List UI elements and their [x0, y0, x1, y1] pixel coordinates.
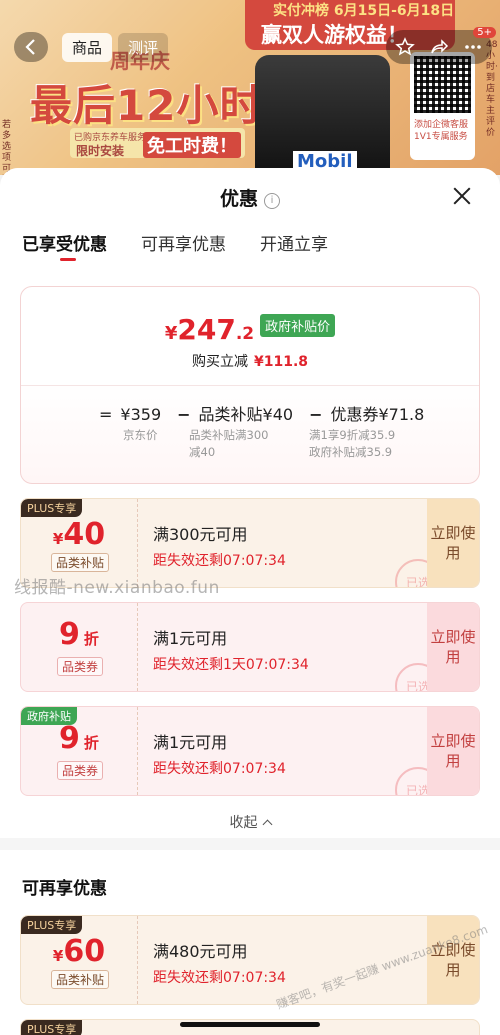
summary-divider [21, 385, 479, 386]
star-icon[interactable] [392, 34, 418, 60]
coupon-timer: 距失效还剩07:07:34 [153, 761, 286, 777]
gov-subsidy-corner-tag: 政府补贴 [21, 707, 77, 725]
formula-coupon: 优惠券¥71.8 [330, 405, 425, 424]
tab-activate[interactable]: 开通立享 [260, 230, 328, 272]
cat-note-line-2: 减40 [189, 445, 216, 459]
formula-base: ¥359 [120, 405, 162, 424]
collapse-button[interactable]: 收起 [0, 812, 500, 832]
base-note: 京东价 [123, 428, 158, 442]
sheet-title: 优惠 [219, 188, 258, 210]
coupon-kind: 品类券 [57, 657, 104, 676]
cat-note-line-1: 品类补贴满300 [189, 428, 269, 442]
formula-equals: = [99, 405, 113, 424]
coupon-kind: 品类券 [57, 761, 104, 780]
coupon-amount: ¥60 [21, 934, 137, 969]
price-decimal: .2 [235, 324, 255, 344]
use-now-button[interactable]: 立即使用 [427, 603, 479, 691]
qr-code-icon [414, 56, 471, 113]
coupon-card: 9折 品类券 政府补贴 满1元可用 距失效还剩07:07:34 已选 立即使用 [20, 706, 480, 796]
top-nav-tabs: 商品 测评 [62, 32, 169, 62]
left-vertical-text: 若多选项可选 [2, 120, 12, 174]
gov-subsidy-tag: 政府补贴价 [260, 314, 336, 337]
coupon-condition: 满480元可用 [153, 942, 248, 961]
close-icon[interactable] [450, 184, 474, 208]
tab-product[interactable]: 商品 [62, 32, 113, 62]
coupon-discount-unit: 折 [83, 630, 99, 648]
final-price: ¥247.2 政府补贴价 [21, 313, 479, 346]
coupon-value-area: 9折 品类券 [21, 603, 137, 691]
coupon-note-line-1: 满1享9折减35.9 [309, 428, 396, 442]
discount-tabs: 已享受优惠 可再享优惠 开通立享 [0, 212, 500, 272]
coupon-discount-unit: 折 [83, 734, 99, 752]
message-badge: 5+ [473, 27, 496, 38]
cat-note: 品类补贴满300 减40 [189, 427, 268, 461]
info-icon[interactable]: i [264, 193, 280, 209]
coupon-condition: 满1元可用 [153, 629, 228, 648]
coupon-amount-value: 9 [59, 617, 80, 652]
use-now-button[interactable]: 立即使用 [427, 707, 479, 795]
promo-strip: 已购京东养车服务可用 限时安装 免工时费！ [70, 128, 245, 158]
tab-review[interactable]: 测评 [118, 32, 169, 62]
reduce-label: 购买立减 [191, 354, 248, 370]
back-button[interactable] [14, 32, 48, 62]
promo-headline: 最后12小时 [30, 81, 263, 130]
coupon-timer: 距失效还剩1天07:07:34 [153, 657, 309, 673]
coupon-card: 9折 品类券 满1元可用 距失效还剩1天07:07:34 已选 立即使用 [20, 602, 480, 692]
collapse-label: 收起 [229, 815, 258, 831]
coupon-timer: 距失效还剩07:07:34 [153, 553, 286, 569]
discount-sheet: 优惠 i 已享受优惠 可再享优惠 开通立享 ¥247.2 政府补贴价 购买立减 ¥11… [0, 168, 500, 1035]
coupon-amount: 9折 [21, 721, 137, 756]
formula-cat-sub: 品类补贴¥40 [198, 405, 294, 424]
coupon-kind: 品类补贴 [51, 553, 110, 572]
sheet-body: 优惠 i 已享受优惠 可再享优惠 开通立享 ¥247.2 政府补贴价 购买立减 ¥11… [0, 168, 500, 838]
ribbon-top-text: 实付冲榜 6月15日-6月18日 [273, 3, 455, 19]
qr-caption: 添加企微客服 1V1专属服务 [414, 120, 469, 142]
coupon-separator [137, 603, 138, 691]
qr-code-card[interactable]: 添加企微客服 1V1专属服务 [410, 52, 475, 160]
coupon-timer: 距失效还剩07:07:34 [153, 970, 286, 986]
coupon-amount-value: 40 [63, 517, 106, 552]
formula-minus-2: − [309, 405, 323, 424]
sheet-header: 优惠 i [0, 184, 500, 212]
coupon-condition: 满300元可用 [153, 525, 248, 544]
home-indicator [180, 1022, 320, 1027]
coupon-currency: ¥ [52, 530, 64, 548]
price-integer: 247 [177, 313, 236, 346]
price-summary-card: ¥247.2 政府补贴价 购买立减 ¥111.8 = ¥359− 品类补贴¥40− 优惠券… [20, 286, 480, 484]
share-icon[interactable] [426, 34, 452, 60]
coupon-amount: ¥40 [21, 517, 137, 552]
coupon-note: 满1享9折减35.9 政府补贴减35.9 [309, 427, 395, 461]
formula-minus-1: − [177, 405, 191, 424]
product-image: Mobil [255, 55, 390, 175]
use-now-button[interactable]: 立即使用 [427, 499, 479, 587]
coupon-amount-value: 9 [59, 721, 80, 756]
section-heading: 可再享优惠 [22, 879, 107, 899]
plus-exclusive-tag: PLUS专享 [21, 916, 83, 934]
tab-more[interactable]: 可再享优惠 [141, 230, 226, 272]
price-formula: = ¥359− 品类补贴¥40− 优惠券¥71.8 [99, 401, 432, 425]
plus-exclusive-tag: PLUS专享 [21, 1020, 83, 1035]
instant-reduction: 购买立减 ¥111.8 [21, 351, 479, 371]
tab-enjoyed[interactable]: 已享受优惠 [22, 230, 107, 272]
coupon-separator [137, 916, 138, 1004]
promo-install-text: 限时安装 [76, 144, 125, 158]
reduce-value: ¥111.8 [253, 354, 309, 370]
coupon-condition: 满1元可用 [153, 733, 228, 752]
plus-exclusive-tag: PLUS专享 [21, 499, 83, 517]
coupon-amount: 9折 [21, 617, 137, 652]
price-currency: ¥ [164, 323, 178, 344]
coupon-amount-value: 60 [63, 934, 106, 969]
watermark-text: 线报酷-new.xianbao.fun [14, 578, 220, 598]
chevron-left-icon [25, 39, 35, 55]
coupon-currency: ¥ [52, 947, 64, 965]
coupon-note-line-2: 政府补贴减35.9 [309, 445, 393, 459]
product-banner: 实付冲榜 6月15日-6月18日 赢双人游权益！ 周年庆 最后12小时 已购京东… [0, 0, 500, 175]
coupon-kind: 品类补贴 [51, 970, 110, 989]
promo-free-text: 免工时费！ [143, 132, 241, 158]
chevron-up-icon [262, 819, 272, 830]
coupon-separator [137, 707, 138, 795]
